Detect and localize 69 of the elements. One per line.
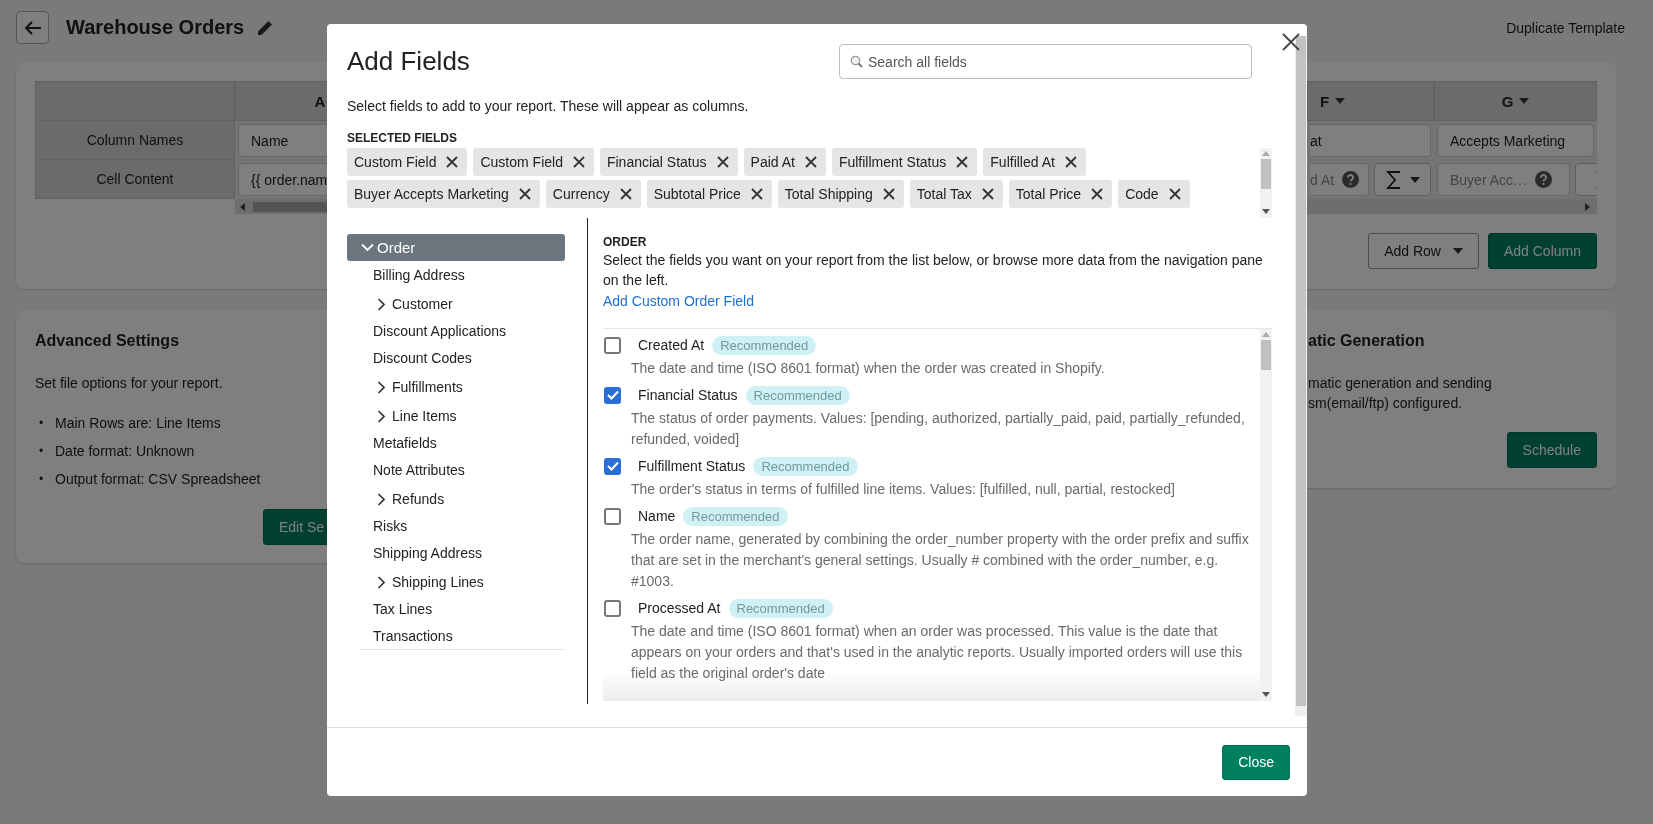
field-description: The order's status in terms of fulfilled line items. Values: [fulfilled, null, partial, restocked] [631,480,1176,499]
duplicate-template-link[interactable]: Duplicate Template [1506,19,1625,36]
add-custom-field-link[interactable]: Add Custom Order Field [603,291,754,311]
field-description: The date and time (ISO 8601 format) when an order was processed. This value is the date that appears on your orders and that's used in the analytic reports. Usually imported orders will use this field as the original order's date [631,622,1244,683]
section-label: ORDER [603,234,648,250]
recommended-badge: Recommended [753,456,858,476]
field-chip[interactable]: Total Price [1008,180,1113,208]
card-description: sm(email/ftp) configured. [1308,394,1464,413]
field-chip[interactable]: Total Tax [909,180,1003,208]
field-chip[interactable]: Buyer Accepts Marketing [347,180,540,208]
settings-item: Date format: Unknown [55,442,195,461]
column-name-field[interactable]: Accepts Marketing [1437,124,1594,157]
recommended-badge: Recommended [728,598,833,618]
nav-item[interactable]: Transactions [360,622,565,649]
recommended-badge: Recommended [683,506,788,526]
card-title: atic Generation [1308,331,1425,351]
column-header[interactable]: F [1307,81,1434,121]
nav-item[interactable]: Billing Address [360,261,565,288]
nav-item[interactable]: Order [347,234,565,261]
field-description: The date and time (ISO 8601 format) when the order was created in Shopify. [631,359,1106,378]
nav-item[interactable]: Shipping Address [360,539,565,566]
search-field[interactable]: Search all fields [839,44,1252,79]
nav-item[interactable]: Discount Applications [360,317,565,344]
field-chip[interactable]: Subtotal Price [646,180,772,208]
field-chip[interactable]: Total Shipping [777,180,904,208]
nav-item[interactable]: Note Attributes [360,456,565,483]
field-chip[interactable]: Paid At [743,148,826,176]
recommended-badge: Recommended [712,335,817,355]
field-chip[interactable]: Currency [545,180,641,208]
nav-item[interactable]: Shipping Lines [360,566,565,595]
settings-item: Main Rows are: Line Items [55,414,221,433]
nav-item[interactable]: Discount Codes [360,344,565,371]
list-bullet: • [39,443,45,460]
page-title: Warehouse Orders [66,16,245,39]
field-chip[interactable]: Fulfillment Status [831,148,978,176]
settings-item: Output format: CSV Spreadsheet [55,470,261,489]
nav-item[interactable]: Risks [360,512,565,539]
card-description: Set file options for your report. [35,374,223,393]
list-bullet: • [39,471,45,488]
field-chip[interactable]: Financial Status [599,148,738,176]
field-name: Fulfillment Status [638,458,746,474]
card-title: Advanced Settings [35,331,180,351]
nav-item[interactable]: Tax Lines [360,595,565,622]
column-name-field[interactable]: at [1310,124,1431,157]
close-button[interactable]: Close [1222,744,1290,780]
row-label: Cell Content [35,160,235,199]
nav-item[interactable]: Line Items [360,400,565,429]
column-header[interactable]: G [1434,81,1597,121]
nav-item[interactable]: Metafields [360,429,565,456]
nav-item[interactable]: Customer [360,288,565,317]
field-description: The status of order payments. Values: [pending, authorized, partially_paid, paid, partially_refunded, refunded, voided] [631,409,1246,449]
card-description: matic generation and sending [1308,374,1493,393]
field-name: Processed At [638,600,721,616]
row-label: Column Names [35,121,235,160]
nav-item[interactable]: Refunds [360,483,565,512]
field-name: Created At [638,337,705,353]
dialog-title: Add Fields [347,45,470,78]
field-chip[interactable]: Custom Field [473,148,594,176]
list-bullet: • [39,415,45,432]
recommended-badge: Recommended [745,385,850,405]
field-chip[interactable]: Code [1118,180,1190,208]
section-description: Select the fields you want on your report from the list below, or browse more data from the navigation pane on the left. [603,251,1264,290]
add-row-button[interactable]: Add Row [1368,233,1479,269]
field-chip[interactable]: Fulfilled At [983,148,1086,176]
field-name: Financial Status [638,387,738,403]
field-name: Name [638,508,676,524]
field-description: The order name, generated by combining the order_number property with the order prefix and suffix that are set in the merchant's general settings. Usually # combined with the order_number, e.g. #1003. [631,530,1250,591]
nav-item[interactable]: Fulfillments [360,371,565,400]
field-chip[interactable]: Custom Field [347,148,468,176]
